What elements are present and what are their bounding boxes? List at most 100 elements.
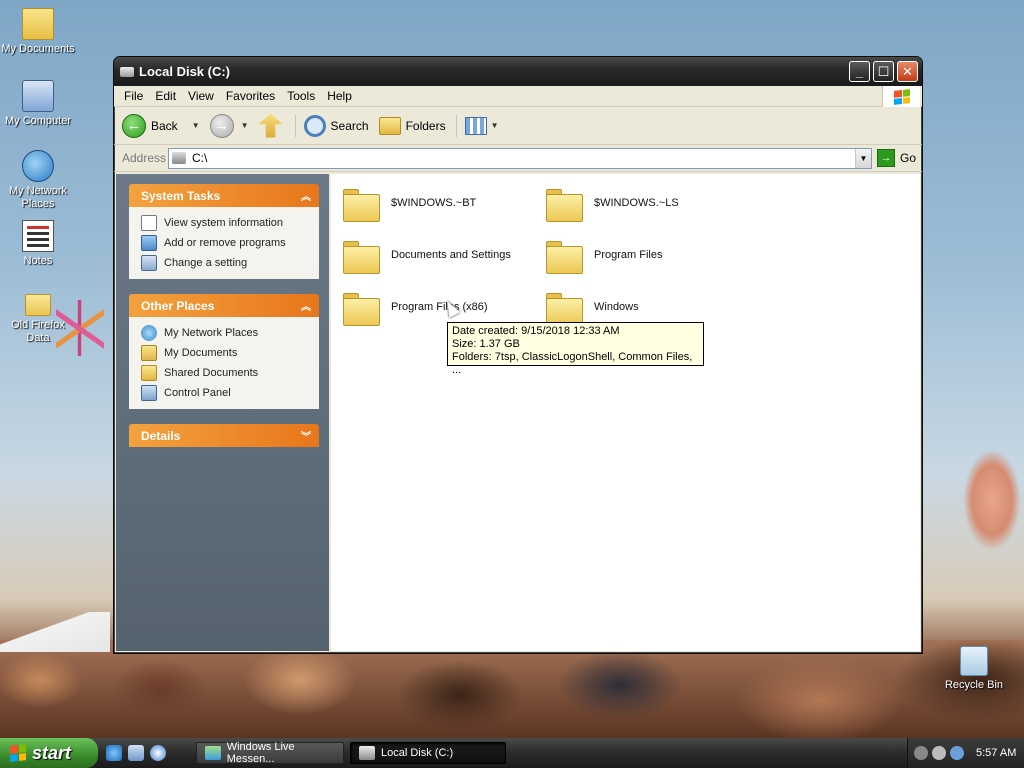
- control-panel-icon: [141, 385, 157, 401]
- task-pane: System Tasks ︽ View system information A…: [116, 174, 329, 651]
- file-list: $WINDOWS.~BT $WINDOWS.~LS Documents and …: [329, 174, 920, 651]
- address-bar: Address C:\ ▼ → Go: [114, 145, 922, 172]
- collapse-chevron-icon[interactable]: ︽: [301, 298, 311, 313]
- quick-launch: [106, 745, 172, 761]
- shared-folder-icon: [141, 365, 157, 381]
- system-info-icon: [141, 215, 157, 231]
- start-label: start: [32, 742, 72, 763]
- forward-button[interactable]: → ▼: [209, 113, 249, 138]
- search-icon: [303, 114, 326, 137]
- desktop-icon-recycle-bin[interactable]: Recycle Bin: [936, 646, 1012, 692]
- network-icon[interactable]: [950, 746, 964, 760]
- folder-tooltip: Date created: 9/15/2018 12:33 AM Size: 1…: [447, 322, 704, 376]
- desktop-icon-label: Recycle Bin: [944, 679, 1004, 691]
- folder-icon: [343, 238, 380, 274]
- back-label: Back: [151, 118, 178, 133]
- up-arrow-icon: [258, 113, 283, 138]
- up-folder-button[interactable]: [258, 113, 285, 138]
- place-my-network-places[interactable]: My Network Places: [141, 323, 319, 343]
- tray-expand-icon[interactable]: [914, 746, 928, 760]
- wallpaper-tent: [0, 612, 110, 652]
- show-desktop-icon[interactable]: [128, 745, 144, 761]
- desktop-icon-label: Notes: [23, 255, 53, 267]
- toolbar-separator: [455, 114, 457, 137]
- windows-logo-icon: [882, 86, 920, 107]
- menu-edit[interactable]: Edit: [149, 89, 182, 103]
- desktop-icon-label: My Network Places: [8, 185, 68, 210]
- taskbar: start Windows Live Messen... Local Disk …: [0, 738, 1024, 768]
- back-button[interactable]: ← Back ▼: [122, 113, 200, 138]
- go-arrow-icon: →: [876, 149, 895, 167]
- task-label: Add or remove programs: [164, 237, 286, 249]
- system-tasks-title: System Tasks: [141, 188, 221, 203]
- folder-item[interactable]: Documents and Settings: [343, 238, 511, 274]
- place-control-panel[interactable]: Control Panel: [141, 383, 319, 403]
- search-label: Search: [330, 118, 369, 133]
- internet-explorer-icon[interactable]: [106, 745, 122, 761]
- taskbar-button-local-disk[interactable]: Local Disk (C:): [350, 742, 506, 764]
- menu-file[interactable]: File: [118, 89, 149, 103]
- desktop-icon-my-network-places[interactable]: My Network Places: [0, 150, 76, 211]
- menu-bar: File Edit View Favorites Tools Help: [114, 86, 922, 107]
- wallpaper-crowd: [0, 640, 1024, 740]
- folder-item[interactable]: $WINDOWS.~LS: [546, 186, 679, 222]
- menu-tools[interactable]: Tools: [281, 89, 321, 103]
- place-shared-documents[interactable]: Shared Documents: [141, 363, 319, 383]
- desktop-icon-my-documents[interactable]: My Documents: [0, 8, 76, 56]
- volume-icon[interactable]: [932, 746, 946, 760]
- forward-dropdown-icon[interactable]: ▼: [241, 121, 249, 130]
- folder-item[interactable]: $WINDOWS.~BT: [343, 186, 476, 222]
- menu-view[interactable]: View: [182, 89, 220, 103]
- start-button[interactable]: start: [0, 738, 98, 768]
- close-button[interactable]: ✕: [897, 61, 918, 82]
- collapse-chevron-icon[interactable]: ︽: [301, 188, 311, 203]
- my-documents-icon: [141, 345, 157, 361]
- task-label: View system information: [164, 217, 284, 229]
- toolbar-separator: [294, 114, 296, 137]
- address-label: Address: [122, 151, 167, 165]
- minimize-button[interactable]: _: [849, 61, 870, 82]
- go-label: Go: [899, 151, 916, 165]
- desktop-icon-notes[interactable]: Notes: [0, 220, 76, 268]
- toolbar: ← Back ▼ → ▼ Search Folders ▼: [114, 107, 922, 145]
- media-player-icon[interactable]: [150, 745, 166, 761]
- folder-icon: [343, 186, 380, 222]
- other-places-header[interactable]: Other Places ︽: [129, 294, 319, 317]
- folder-icon: [546, 238, 583, 274]
- menu-help[interactable]: Help: [321, 89, 358, 103]
- search-button[interactable]: Search: [303, 114, 369, 137]
- recycle-bin-icon: [960, 646, 988, 676]
- folder-item[interactable]: Program Files (x86): [343, 290, 488, 326]
- window-title: Local Disk (C:): [139, 64, 231, 79]
- folder-item[interactable]: Program Files: [546, 238, 663, 274]
- desktop-icon-my-computer[interactable]: My Computer: [0, 80, 76, 128]
- task-add-remove-programs[interactable]: Add or remove programs: [141, 233, 319, 253]
- desktop-icon-old-firefox-data[interactable]: Old Firefox Data: [0, 294, 76, 345]
- folder-name: Documents and Settings: [391, 249, 511, 261]
- drive-icon: [172, 152, 186, 164]
- back-dropdown-icon[interactable]: ▼: [192, 121, 200, 130]
- folder-item[interactable]: Windows: [546, 290, 639, 326]
- expand-chevron-icon[interactable]: ︾: [301, 428, 311, 443]
- address-input[interactable]: C:\ ▼: [168, 147, 872, 169]
- menu-favorites[interactable]: Favorites: [220, 89, 281, 103]
- details-header[interactable]: Details ︾: [129, 424, 319, 447]
- back-arrow-icon: ←: [122, 113, 146, 138]
- folders-label: Folders: [405, 118, 446, 133]
- title-bar[interactable]: Local Disk (C:) _ ☐ ✕: [114, 57, 922, 86]
- drive-icon: [120, 66, 134, 77]
- maximize-button[interactable]: ☐: [873, 61, 894, 82]
- folders-button[interactable]: Folders: [378, 116, 446, 135]
- go-button[interactable]: → Go: [876, 149, 916, 167]
- clock[interactable]: 5:57 AM: [976, 747, 1016, 759]
- task-change-setting[interactable]: Change a setting: [141, 253, 319, 273]
- system-tasks-header[interactable]: System Tasks ︽: [129, 184, 319, 207]
- tooltip-size: Size: 1.37 GB: [452, 338, 520, 350]
- place-my-documents[interactable]: My Documents: [141, 343, 319, 363]
- taskbar-button-messenger[interactable]: Windows Live Messen...: [196, 741, 344, 765]
- views-button[interactable]: ▼: [464, 116, 499, 135]
- address-dropdown-icon[interactable]: ▼: [854, 148, 871, 168]
- task-view-system-information[interactable]: View system information: [141, 213, 319, 233]
- folder-icon: [343, 290, 380, 326]
- folder-name: Program Files: [594, 249, 663, 261]
